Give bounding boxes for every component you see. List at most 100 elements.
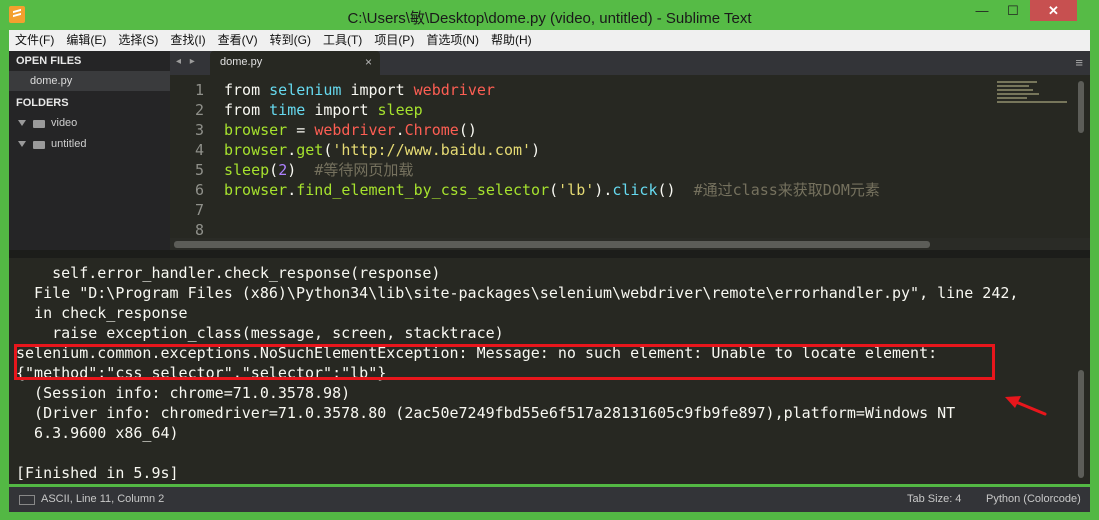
code-comment: #通过class来获取DOM元素: [693, 181, 880, 199]
console-line: 6.3.9600 x86_64): [16, 424, 179, 442]
error-highlight-box: [14, 344, 995, 380]
menu-project[interactable]: 项目(P): [368, 30, 420, 51]
code-line: 3 browser = webdriver.Chrome(): [170, 120, 477, 140]
code-token: click: [612, 181, 658, 199]
code-token: (: [269, 161, 279, 179]
line-number: 5: [194, 161, 204, 179]
line-number: 3: [194, 121, 204, 139]
tab-label: dome.py: [220, 56, 263, 68]
code-line: 8: [170, 220, 224, 238]
console-line: raise exception_class(message, screen, s…: [16, 324, 504, 342]
syntax-indicator[interactable]: Python (Colorcode): [986, 493, 1081, 505]
chevron-down-icon[interactable]: [18, 141, 26, 147]
minimap-line: [997, 93, 1039, 95]
code-token: browser: [224, 141, 288, 159]
menu-edit[interactable]: 编辑(E): [60, 30, 112, 51]
line-number: 6: [194, 181, 204, 199]
tab-close-icon[interactable]: ×: [365, 55, 372, 69]
chevron-down-icon[interactable]: [18, 120, 26, 126]
red-arrow-annotation-icon: [1005, 396, 1047, 416]
code-token: import: [314, 101, 369, 119]
folder-icon: [33, 120, 45, 128]
code-token: import: [350, 81, 405, 99]
folders-header: FOLDERS: [16, 97, 69, 109]
code-token: ): [594, 181, 604, 199]
editor-horizontal-scrollbar[interactable]: [174, 241, 930, 248]
code-editor[interactable]: 1 from selenium import webdriver 2 from ti…: [170, 75, 1090, 238]
minimap-line: [997, 101, 1067, 103]
minimap-line: [997, 89, 1033, 91]
line-number: 1: [194, 81, 204, 99]
folder-label: untitled: [51, 138, 87, 150]
editor-vertical-scrollbar[interactable]: [1078, 81, 1084, 133]
panel-splitter[interactable]: [9, 250, 1090, 258]
build-output-panel[interactable]: self.error_handler.check_response(respon…: [9, 258, 1090, 484]
status-bar: ASCII, Line 11, Column 2 Tab Size: 4 Pyt…: [9, 487, 1090, 512]
folder-item-video[interactable]: video: [9, 113, 170, 134]
code-token: find_element_by_css_selector: [296, 181, 550, 199]
console-toggle-icon[interactable]: [19, 495, 35, 505]
finished-line: [Finished in 5.9s]: [16, 464, 179, 482]
code-token: sleep: [224, 161, 270, 179]
code-line: 6 browser.find_element_by_css_selector('l…: [170, 180, 880, 200]
title-bar: C:\Users\敏\Desktop\dome.py (video, untit…: [0, 0, 1099, 30]
minimap-line: [997, 97, 1027, 99]
code-token: .: [395, 121, 405, 139]
tab-nav-arrows-icon[interactable]: ◂ ▸: [176, 56, 198, 67]
tab-dome-py[interactable]: dome.py ×: [210, 51, 380, 75]
line-number: 4: [194, 141, 204, 159]
code-token: browser: [224, 181, 288, 199]
code-line: 5 sleep(2) #等待网页加载: [170, 160, 413, 180]
minimap-line: [997, 85, 1029, 87]
console-line: (Driver info: chromedriver=71.0.3578.80 …: [16, 404, 956, 422]
folder-item-untitled[interactable]: untitled: [9, 134, 170, 155]
tab-size-indicator[interactable]: Tab Size: 4: [907, 493, 961, 505]
menu-preferences[interactable]: 首选项(N): [420, 30, 485, 51]
code-token: browser: [224, 121, 288, 139]
code-token: from: [224, 101, 261, 119]
menu-view[interactable]: 查看(V): [212, 30, 264, 51]
minimap[interactable]: [997, 81, 1069, 119]
menu-selection[interactable]: 选择(S): [112, 30, 164, 51]
minimize-button[interactable]: —: [968, 0, 996, 21]
code-token: .: [287, 181, 297, 199]
console-line: in check_response: [16, 304, 188, 322]
menu-help[interactable]: 帮助(H): [485, 30, 538, 51]
open-files-header: OPEN FILES: [16, 55, 82, 67]
tab-menu-icon[interactable]: ≡: [1075, 55, 1083, 70]
code-token: webdriver: [314, 121, 396, 139]
line-number: 7: [194, 201, 204, 219]
console-vertical-scrollbar[interactable]: [1078, 370, 1084, 478]
menu-tools[interactable]: 工具(T): [317, 30, 368, 51]
open-file-item[interactable]: dome.py: [9, 71, 170, 91]
code-token: (: [549, 181, 559, 199]
code-comment: #等待网页加载: [314, 161, 414, 179]
minimap-line: [997, 81, 1037, 83]
maximize-button[interactable]: ☐: [999, 0, 1027, 21]
line-number: 8: [194, 221, 204, 238]
code-line: 4 browser.get('http://www.baidu.com'): [170, 140, 540, 160]
close-button[interactable]: ✕: [1030, 0, 1077, 21]
menu-find[interactable]: 查找(I): [164, 30, 211, 51]
sidebar: OPEN FILES dome.py FOLDERS video untitle…: [9, 51, 170, 251]
code-token: (): [657, 181, 676, 199]
console-line: (Session info: chrome=71.0.3578.98): [16, 384, 351, 402]
menu-file[interactable]: 文件(F): [9, 30, 60, 51]
code-token: sleep: [377, 101, 423, 119]
folder-icon: [33, 141, 45, 149]
line-number: 2: [194, 101, 204, 119]
console-line: self.error_handler.check_response(respon…: [16, 264, 441, 282]
menu-goto[interactable]: 转到(G): [264, 30, 317, 51]
editor-horizontal-scrollbar-track: [170, 238, 1090, 250]
code-token: ): [287, 161, 297, 179]
code-token: webdriver: [413, 81, 495, 99]
code-token: selenium: [269, 81, 342, 99]
code-line: 7: [170, 200, 224, 220]
window-title: C:\Users\敏\Desktop\dome.py (video, untit…: [347, 10, 752, 27]
code-token: 2: [278, 161, 288, 179]
